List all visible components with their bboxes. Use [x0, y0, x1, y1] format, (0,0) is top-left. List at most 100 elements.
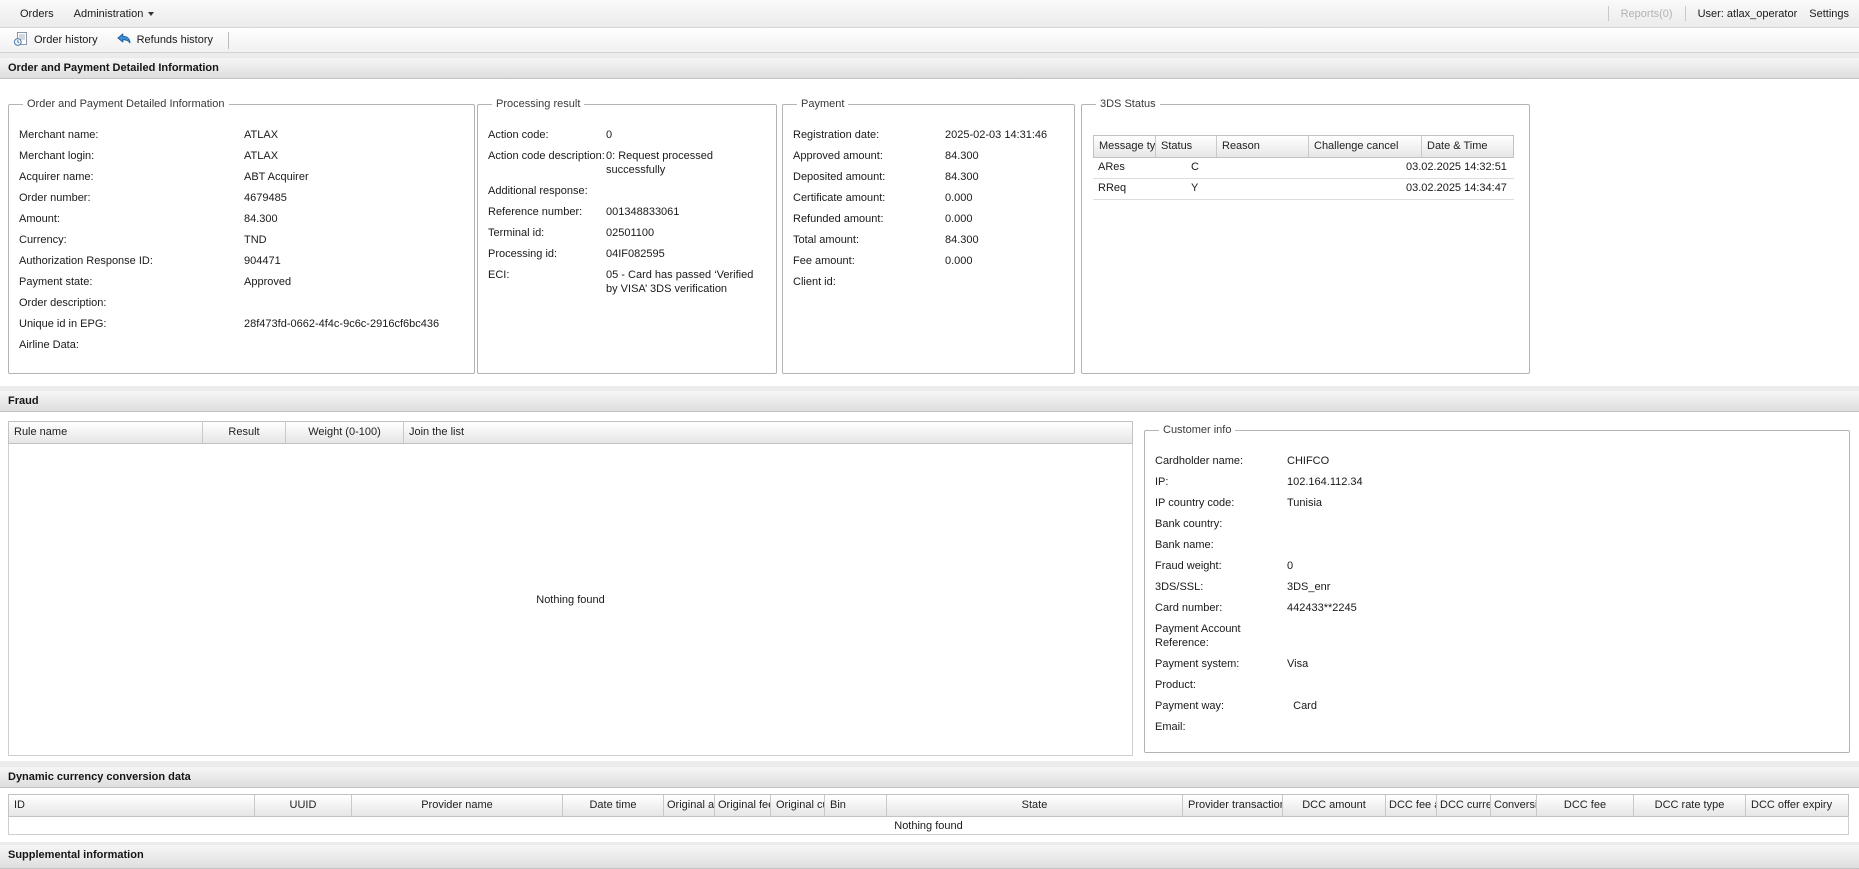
field-row: Amount: 84.300: [19, 208, 464, 229]
refunds-history-label: Refunds history: [136, 34, 214, 46]
field-value: 02501100: [606, 227, 655, 239]
table-row[interactable]: ARes C 03.02.2025 14:32:51: [1093, 158, 1514, 179]
column-header[interactable]: State: [887, 795, 1183, 816]
menu-administration[interactable]: Administration: [64, 3, 165, 25]
section-header-order-payment: Order and Payment Detailed Information: [0, 57, 1859, 79]
field-value: ATLAX: [244, 129, 279, 141]
field-row: Product:: [1155, 674, 1839, 695]
fraud-content: Rule name Result Weight (0-100) Join the…: [0, 412, 1859, 761]
column-header[interactable]: ID: [9, 795, 255, 816]
field-row: Certificate amount: 0.000: [793, 187, 1064, 208]
field-value: 28f473fd-0662-4f4c-9c6c-2916cf6bc436: [244, 318, 440, 330]
field-label: Total amount:: [793, 234, 860, 246]
column-header[interactable]: DCC currency: [1437, 795, 1491, 816]
field-label: Client id:: [793, 276, 836, 288]
menu-orders[interactable]: Orders: [10, 3, 64, 25]
column-header[interactable]: DCC fee amount: [1386, 795, 1437, 816]
field-row: IP country code: Tunisia: [1155, 492, 1839, 513]
field-row: Deposited amount: 84.300: [793, 166, 1064, 187]
field-label: Product:: [1155, 679, 1196, 691]
field-label: Registration date:: [793, 129, 880, 141]
refunds-history-button[interactable]: Refunds history: [109, 29, 220, 52]
column-header[interactable]: Date & Time: [1422, 136, 1493, 157]
field-value: 102.164.112.34: [1287, 476, 1363, 488]
column-header[interactable]: Join the list: [404, 422, 469, 443]
field-value: 84.300: [945, 234, 979, 246]
field-row: Merchant login: ATLAX: [19, 145, 464, 166]
cell-challenge-cancel: [1309, 158, 1401, 178]
field-row: ECI: 05 - Card has passed ‘Verified by V…: [488, 264, 766, 299]
column-header[interactable]: DCC amount: [1283, 795, 1386, 816]
processing-result-fields: Action code: 0 Action code description: …: [488, 124, 766, 299]
field-label: Order description:: [19, 297, 107, 309]
column-header[interactable]: Reason: [1217, 136, 1309, 157]
column-header[interactable]: Result: [203, 422, 286, 443]
menu-reports[interactable]: Reports(0): [1621, 8, 1673, 20]
section-header-dcc: Dynamic currency conversion data: [0, 766, 1859, 788]
field-value: [1287, 517, 1707, 531]
field-row: Acquirer name: ABT Acquirer: [19, 166, 464, 187]
field-label: Amount:: [19, 213, 60, 225]
empty-text: Nothing found: [536, 593, 605, 606]
field-label: Cardholder name:: [1155, 455, 1244, 467]
3ds-status-grid-header: Message type Status Reason Challenge can…: [1093, 135, 1514, 158]
field-label: Action code:: [488, 129, 549, 141]
column-header[interactable]: Rule name: [9, 422, 203, 443]
field-row: Card number: 442433**2245: [1155, 597, 1839, 618]
field-row: Airline Data:: [19, 334, 464, 355]
field-label: Processing id:: [488, 248, 558, 260]
field-row: Authorization Response ID: 904471: [19, 250, 464, 271]
field-value: 0.000: [945, 192, 973, 204]
column-header[interactable]: Original fee: [715, 795, 771, 816]
panel-order-details-legend: Order and Payment Detailed Information: [27, 98, 225, 110]
field-label: Unique id in EPG:: [19, 318, 107, 330]
field-label: Deposited amount:: [793, 171, 886, 183]
column-header[interactable]: Bin: [825, 795, 887, 816]
dcc-grid: ID UUID Provider name Date time Original…: [8, 794, 1849, 835]
column-header[interactable]: UUID: [255, 795, 352, 816]
field-label: ECI:: [488, 269, 510, 281]
field-row: Order number: 4679485: [19, 187, 464, 208]
column-header[interactable]: Message type: [1094, 136, 1156, 157]
field-row: Action code: 0: [488, 124, 766, 145]
field-label: Card number:: [1155, 602, 1223, 614]
column-header[interactable]: Challenge cancel: [1309, 136, 1422, 157]
field-value: Tunisia: [1287, 497, 1323, 509]
field-value: 0: [606, 129, 613, 141]
column-header[interactable]: Status: [1156, 136, 1217, 157]
field-label: Payment Account Reference:: [1155, 623, 1241, 649]
field-row: Payment state: Approved: [19, 271, 464, 292]
field-row: Client id:: [793, 271, 1064, 292]
column-header[interactable]: DCC rate type: [1634, 795, 1746, 816]
cell-message-type: RReq: [1098, 182, 1127, 194]
field-value: 0.000: [945, 213, 973, 225]
field-row: Refunded amount: 0.000: [793, 208, 1064, 229]
column-header[interactable]: Provider name: [352, 795, 563, 816]
field-value: [606, 184, 766, 198]
column-header[interactable]: Original currency: [771, 795, 825, 816]
field-row: 3DS/SSL: 3DS_enr: [1155, 576, 1839, 597]
menu-settings[interactable]: Settings: [1809, 8, 1849, 20]
column-header[interactable]: Conversion: [1491, 795, 1537, 816]
panel-processing-result-legend: Processing result: [496, 98, 581, 110]
column-header[interactable]: Provider transaction id: [1183, 795, 1283, 816]
field-row: Processing id: 04IF082595: [488, 243, 766, 264]
field-value: [1287, 678, 1707, 692]
column-header[interactable]: Weight (0-100): [286, 422, 404, 443]
field-value: [244, 338, 464, 352]
table-row[interactable]: RReq Y 03.02.2025 14:34:47: [1093, 179, 1514, 200]
field-row: Terminal id: 02501100: [488, 222, 766, 243]
field-label: Fee amount:: [793, 255, 855, 267]
column-header[interactable]: Original amount: [664, 795, 715, 816]
column-header[interactable]: Date time: [563, 795, 664, 816]
field-value: 84.300: [945, 150, 979, 162]
field-row: Unique id in EPG: 28f473fd-0662-4f4c-9c6…: [19, 313, 464, 334]
field-label: 3DS/SSL:: [1155, 581, 1204, 593]
column-header[interactable]: DCC fee: [1537, 795, 1634, 816]
field-value: 442433**2245: [1287, 602, 1357, 614]
field-label: Merchant login:: [19, 150, 95, 162]
column-header[interactable]: DCC offer expiry: [1746, 795, 1837, 816]
dcc-content: ID UUID Provider name Date time Original…: [0, 788, 1859, 842]
field-row: Payment way: Card: [1155, 695, 1839, 716]
order-history-button[interactable]: Order history: [6, 29, 105, 52]
